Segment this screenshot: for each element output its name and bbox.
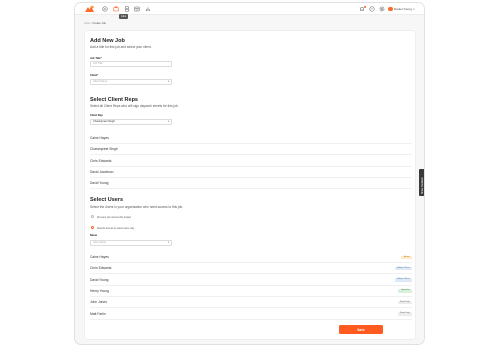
role-badge: Operative — [398, 289, 412, 293]
notification-dot — [364, 6, 366, 8]
job-title-input[interactable]: Job Title — [90, 61, 172, 67]
client-rep-row[interactable]: David Young — [90, 178, 412, 190]
client-rep-name: David Jacobson — [90, 169, 114, 174]
user-row[interactable]: John Jones Read Only — [90, 297, 412, 309]
user-name-label: Name — [90, 234, 98, 237]
radio-restrict-users[interactable] — [91, 226, 95, 230]
client-label: Client* — [90, 74, 99, 77]
app-window: ? Daniel Young ▾ Jobs Jobs / Create Job … — [74, 2, 425, 345]
share-feedback-label: Share feedback — [420, 177, 424, 194]
brand-logo[interactable] — [84, 5, 95, 13]
chevron-down-icon: ▾ — [167, 241, 169, 244]
radio-all-users-label: All users can access this project — [97, 215, 132, 219]
client-rep-row[interactable]: Caine Hayes — [90, 133, 412, 144]
users-title: Select Users — [90, 197, 124, 203]
nav-tooltip: Jobs — [119, 14, 129, 19]
user-row-name: David Young — [90, 277, 109, 282]
user-name-select-value: User Name — [93, 241, 107, 244]
client-rep-label: Client Rep — [90, 114, 103, 117]
user-row[interactable]: Chris Edwards Admin Officer — [90, 263, 412, 275]
radio-all-users[interactable] — [91, 215, 95, 219]
settings-gear-icon[interactable] — [379, 6, 385, 12]
user-row-name: Chris Edwards — [90, 266, 112, 271]
users-subtitle: Select the Users in your organisation wh… — [90, 205, 184, 209]
help-icon[interactable]: ? — [369, 6, 375, 12]
add-job-subtitle: Add a title for this job and select your… — [90, 45, 152, 49]
reports-icon[interactable] — [145, 6, 151, 12]
client-rep-name: Chris Edwards — [90, 158, 112, 163]
user-row[interactable]: Henry Young Operative — [90, 286, 412, 297]
role-badge: Admin Officer — [394, 266, 412, 271]
breadcrumb-current: Create Job — [92, 21, 106, 25]
client-rep-row[interactable]: Chris Edwards — [90, 156, 412, 167]
jobs-icon[interactable] — [113, 6, 119, 12]
chevron-down-icon: ▾ — [167, 120, 169, 123]
user-row[interactable]: David Young Admin Officer — [90, 275, 412, 286]
dashboard-icon[interactable] — [102, 6, 108, 12]
share-feedback-tab[interactable]: Share feedback — [419, 169, 424, 196]
role-badge: Admin — [401, 255, 412, 260]
client-rep-row[interactable]: David Jacobson — [90, 167, 412, 178]
user-row-name: John Jones — [90, 300, 107, 305]
svg-text:?: ? — [371, 7, 373, 11]
client-rep-row[interactable]: Charanpreet Singh — [90, 144, 412, 156]
role-badge: Admin Officer — [394, 278, 412, 282]
client-rep-select[interactable]: Charanpreet Singh ▾ — [90, 119, 172, 125]
user-name: Daniel Young — [394, 7, 412, 11]
timesheets-icon[interactable] — [134, 6, 140, 12]
breadcrumb: Jobs / Create Job — [84, 21, 106, 25]
client-reps-subtitle: Select all Client Reps who will sign day… — [90, 104, 179, 108]
user-row-name: Caine Hayes — [90, 255, 109, 259]
client-select-value: Client Name — [93, 80, 108, 83]
add-job-title: Add New Job — [90, 38, 125, 44]
save-button[interactable]: Save — [339, 325, 383, 334]
chevron-down-icon: ▾ — [413, 7, 415, 11]
user-row-name: Henry Young — [90, 288, 109, 293]
role-badge: Read Only — [397, 312, 412, 316]
job-title-label: Job Title* — [90, 57, 102, 60]
documents-icon[interactable] — [124, 6, 130, 12]
user-row-name: Matt Farlin — [90, 311, 106, 316]
radio-restrict-users-label: Restrict access to select users only — [97, 226, 135, 230]
client-rep-name: David Young — [90, 181, 109, 186]
chevron-down-icon: ▾ — [167, 80, 169, 83]
avatar — [388, 6, 393, 12]
breadcrumb-jobs-link[interactable]: Jobs — [84, 21, 90, 25]
user-menu[interactable]: Daniel Young ▾ — [388, 6, 414, 12]
user-row[interactable]: Matt Farlin Read Only — [90, 309, 412, 320]
client-rep-select-value: Charanpreet Singh — [93, 120, 115, 123]
client-rep-name: Caine Hayes — [90, 136, 109, 140]
user-row[interactable]: Caine Hayes Admin — [90, 252, 412, 263]
user-name-select[interactable]: User Name ▾ — [90, 240, 172, 246]
create-job-form: Add New Job Add a title for this job and… — [84, 30, 416, 340]
client-select[interactable]: Client Name ▾ — [90, 79, 172, 85]
client-rep-name: Charanpreet Singh — [90, 147, 118, 152]
role-badge: Read Only — [397, 300, 412, 305]
client-reps-title: Select Client Reps — [90, 97, 138, 103]
